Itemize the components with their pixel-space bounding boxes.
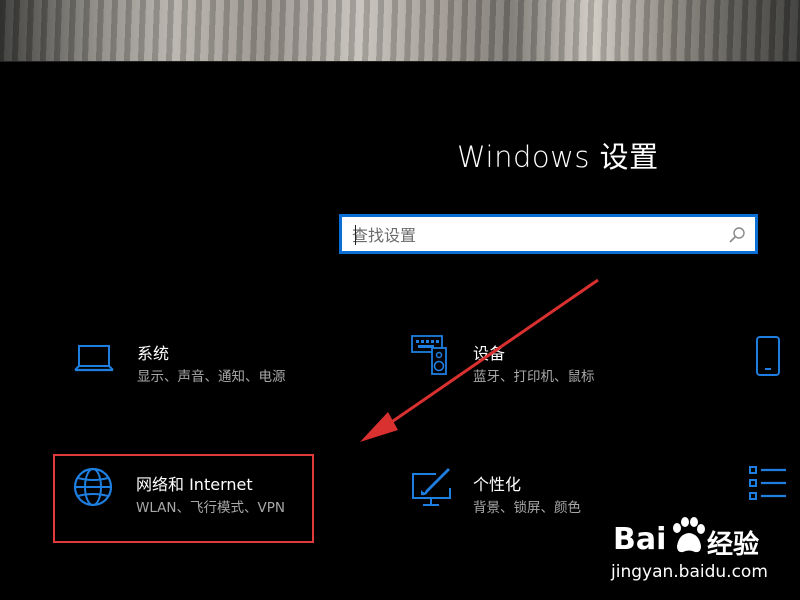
category-devices-label: 设备 xyxy=(473,344,506,363)
laptop-icon xyxy=(74,345,114,372)
category-devices[interactable]: 设备 蓝牙、打印机、鼠标 xyxy=(400,330,670,400)
search-box[interactable] xyxy=(339,214,758,254)
category-phone[interactable] xyxy=(740,330,800,400)
category-personalization-description: 背景、锁屏、颜色 xyxy=(473,500,581,516)
category-system-label: 系统 xyxy=(137,344,170,363)
phone-icon xyxy=(756,336,780,376)
page-title: Windows 设置 xyxy=(457,140,659,174)
search-icon[interactable] xyxy=(727,225,747,245)
watermark-brand-suffix: 经验 xyxy=(707,530,760,560)
background-photo xyxy=(0,0,800,62)
list-icon xyxy=(749,466,786,500)
search-input[interactable] xyxy=(352,223,717,247)
keyboard-speaker-icon xyxy=(411,335,447,375)
category-personalization-label: 个性化 xyxy=(473,475,522,494)
paint-monitor-icon xyxy=(412,468,451,506)
category-system[interactable]: 系统 显示、声音、通知、电源 xyxy=(60,330,330,400)
text-caret xyxy=(355,225,356,245)
watermark-url: jingyan.baidu.com xyxy=(611,562,768,582)
highlight-box xyxy=(53,454,314,543)
watermark-brand: Bai xyxy=(613,522,667,557)
baidu-watermark: Bai 经验 jingyan.baidu.com xyxy=(603,512,798,598)
category-system-description: 显示、声音、通知、电源 xyxy=(137,369,286,385)
category-devices-description: 蓝牙、打印机、鼠标 xyxy=(473,369,595,385)
paw-icon xyxy=(673,517,705,553)
